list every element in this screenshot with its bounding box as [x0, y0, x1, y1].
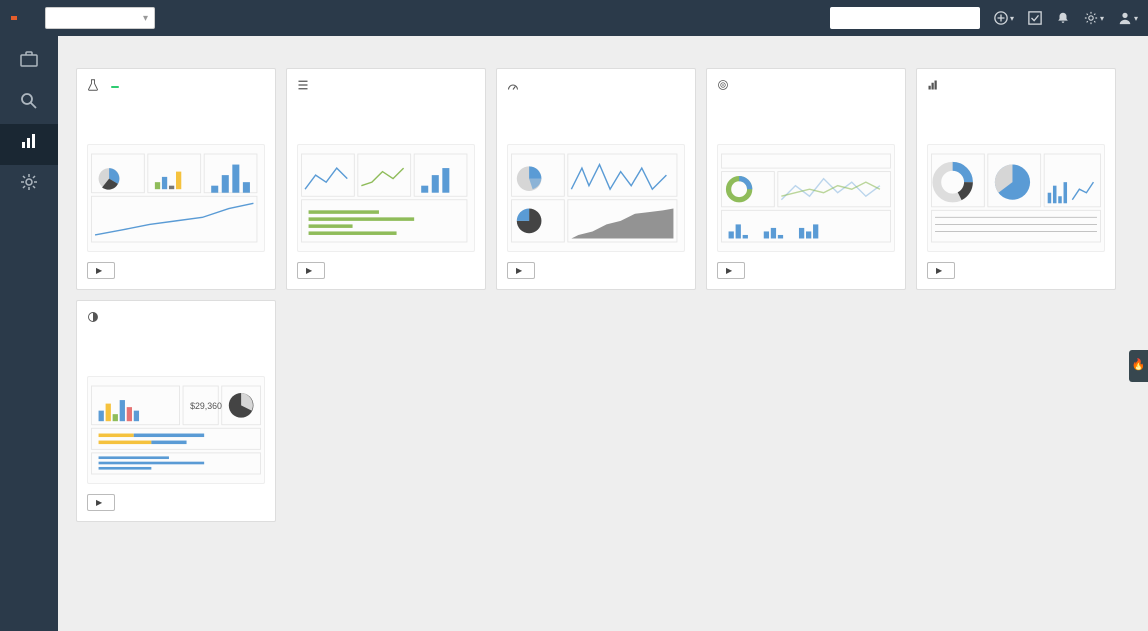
target-icon: [717, 79, 729, 94]
search-input[interactable]: [830, 7, 980, 29]
bell-icon: [1056, 11, 1070, 25]
tasks-icon[interactable]: [1028, 11, 1042, 25]
card-preview: [927, 144, 1105, 252]
fire-icon: 🔥: [1132, 358, 1145, 371]
checkbox-icon: [1028, 11, 1042, 25]
card-description: [927, 102, 1105, 136]
run-button[interactable]: [87, 262, 115, 279]
run-button[interactable]: [297, 262, 325, 279]
search-icon: [0, 91, 58, 114]
user-icon: [1118, 11, 1132, 25]
report-card-custom-field: $29,360: [76, 300, 276, 522]
flask-icon: [87, 79, 99, 94]
help-tab[interactable]: 🔥: [1129, 350, 1148, 382]
report-card-management-report: [496, 68, 696, 290]
report-card-client-report: [916, 68, 1116, 290]
notifications-icon[interactable]: [1056, 11, 1070, 25]
gear-icon: [0, 173, 58, 196]
sidebar-item-reports[interactable]: [0, 124, 58, 165]
run-button[interactable]: [927, 262, 955, 279]
briefcase-icon: [0, 50, 58, 73]
card-preview: [507, 144, 685, 252]
bar-chart-icon: [927, 79, 939, 94]
dashboard-icon: [507, 79, 519, 94]
sidebar-item-opportunity-search[interactable]: [0, 83, 58, 124]
card-description: [507, 102, 685, 136]
project-selector[interactable]: [45, 7, 155, 29]
sidebar-item-settings[interactable]: [0, 165, 58, 206]
brand-box: [11, 16, 17, 20]
card-preview: [87, 144, 265, 252]
report-card-campaign-performance: [76, 68, 276, 290]
card-preview: $29,360: [87, 376, 265, 484]
svg-text:$29,360: $29,360: [190, 401, 222, 411]
gear-icon: [1084, 11, 1098, 25]
run-button[interactable]: [507, 262, 535, 279]
card-preview: [297, 144, 475, 252]
user-menu[interactable]: ▾: [1118, 11, 1138, 25]
card-preview: [717, 144, 895, 252]
sidebar-item-projects[interactable]: [0, 42, 58, 83]
add-menu[interactable]: ▾: [994, 11, 1014, 25]
run-button[interactable]: [717, 262, 745, 279]
settings-menu[interactable]: ▾: [1084, 11, 1104, 25]
card-description: [87, 334, 265, 368]
plus-circle-icon: [994, 11, 1008, 25]
report-card-segment-ab: [706, 68, 906, 290]
brand-logo[interactable]: [10, 16, 17, 20]
bar-chart-icon: [0, 132, 58, 155]
new-badge: [111, 86, 119, 88]
card-description: [87, 102, 265, 136]
report-card-team-performance: [286, 68, 486, 290]
list-icon: [297, 79, 309, 94]
card-description: [297, 102, 475, 136]
card-description: [717, 102, 895, 136]
contrast-icon: [87, 311, 99, 326]
run-button[interactable]: [87, 494, 115, 511]
